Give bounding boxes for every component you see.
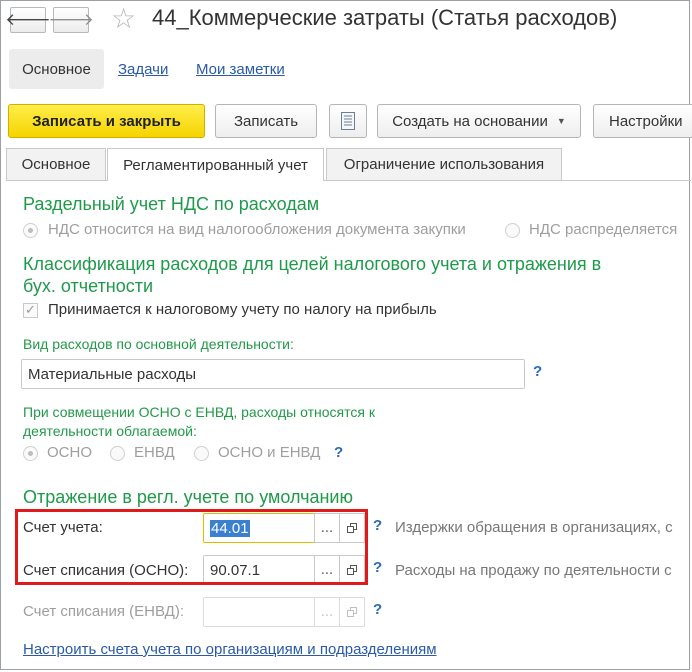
arrow-right-icon: 🡒 — [48, 10, 94, 30]
vat-option-purchase-label: НДС относится на вид налогообложения док… — [48, 221, 466, 238]
classification-heading: Классификация расходов для целей налогов… — [23, 254, 602, 296]
window-title: 44_Коммерческие затраты (Статья расходов… — [152, 5, 618, 30]
setup-accounts-link[interactable]: Настроить счета учета по организациям и … — [23, 641, 437, 658]
save-button[interactable]: Записать — [215, 104, 317, 138]
writeoff-envd-select-button: ... — [314, 597, 340, 627]
expense-type-field[interactable]: Материальные расходы — [21, 359, 525, 389]
combined-regime-label: При совмещении ОСНО с ЕНВД, расходы отно… — [23, 404, 375, 439]
writeoff-osno-description: Расходы на продажу по деятельности с — [395, 562, 672, 579]
combined-osno-radio — [23, 446, 38, 461]
help-icon[interactable]: ? — [373, 559, 382, 576]
expense-type-label: Вид расходов по основной деятельности: — [23, 336, 294, 352]
combined-both-label: ОСНО и ЕНВД — [218, 444, 321, 461]
report-button[interactable] — [329, 104, 367, 138]
section-link-tasks[interactable]: Задачи — [118, 61, 168, 78]
tab-usage-restrictions[interactable]: Ограничение использования — [326, 148, 562, 180]
create-based-on-label: Создать на основании — [392, 112, 548, 130]
help-icon[interactable]: ? — [533, 363, 542, 380]
settings-button[interactable]: Настройки — [593, 104, 692, 138]
combined-osno-label: ОСНО — [47, 444, 92, 461]
arrow-left-icon: 🡐 — [5, 10, 51, 30]
writeoff-envd-open-button — [339, 597, 365, 627]
vat-option-distributed-label: НДС распределяется — [529, 221, 678, 238]
highlight-frame — [15, 509, 368, 585]
check-icon: ✓ — [25, 303, 36, 318]
save-and-close-button[interactable]: Записать и закрыть — [8, 104, 205, 138]
create-based-on-button[interactable]: Создать на основании ▼ — [377, 104, 581, 138]
document-list-icon — [341, 112, 355, 130]
vat-heading: Раздельный учет НДС по расходам — [23, 194, 320, 214]
help-icon[interactable]: ? — [334, 444, 343, 461]
profit-tax-checkbox-label: Принимается к налоговому учету по налогу… — [48, 301, 437, 318]
account-description: Издержки обращения в организациях, с — [395, 519, 673, 536]
reflection-heading: Отражение в регл. учете по умолчанию — [23, 487, 353, 507]
combined-both-radio — [194, 446, 209, 461]
tab-main[interactable]: Основное — [6, 148, 106, 180]
profit-tax-checkbox: ✓ — [23, 303, 38, 318]
section-tab-main[interactable]: Основное — [9, 49, 104, 89]
help-icon[interactable]: ? — [373, 601, 382, 618]
combined-envd-radio — [110, 446, 125, 461]
combined-envd-label: ЕНВД — [134, 444, 175, 461]
chevron-down-icon: ▼ — [556, 116, 566, 126]
favorite-star-icon[interactable]: ☆ — [111, 2, 136, 35]
section-link-notes[interactable]: Мои заметки — [196, 61, 285, 78]
form-window: 🡐 🡒 ☆ 44_Коммерческие затраты (Статья ра… — [0, 0, 692, 670]
forward-button[interactable]: 🡒 — [48, 7, 94, 33]
vat-option-purchase-radio — [23, 223, 38, 238]
help-icon[interactable]: ? — [373, 517, 382, 534]
writeoff-envd-field — [203, 597, 315, 627]
back-button[interactable]: 🡐 — [5, 7, 51, 33]
vat-option-distributed-radio — [505, 223, 520, 238]
tab-regulated-accounting[interactable]: Регламентированный учет — [107, 148, 324, 181]
writeoff-envd-label: Счет списания (ЕНВД): — [23, 603, 184, 620]
open-window-icon — [347, 607, 357, 617]
